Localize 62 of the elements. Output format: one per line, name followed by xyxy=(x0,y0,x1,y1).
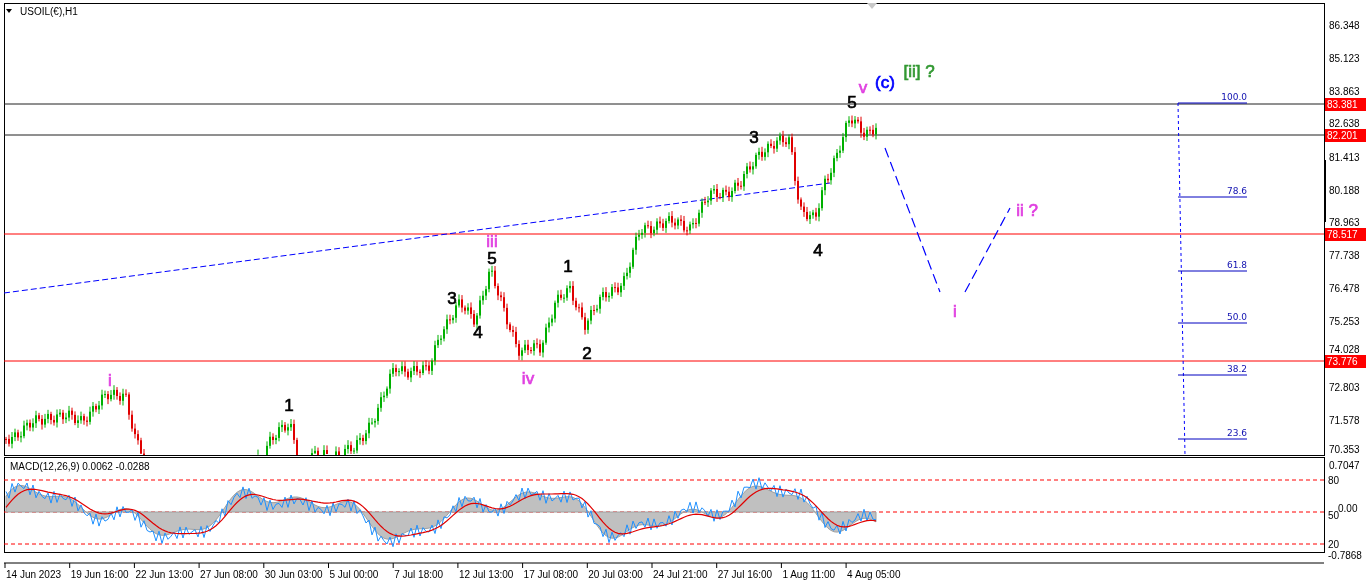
wave-label: iii xyxy=(486,232,498,251)
time-tick: 12 Jul 13:00 xyxy=(458,569,514,580)
wave-label: (c) xyxy=(875,73,895,92)
time-tick: 30 Jun 03:00 xyxy=(264,569,323,580)
wave-label: 4 xyxy=(813,241,823,260)
wave-label: 5 xyxy=(487,249,497,268)
time-tick: 5 Jul 00:00 xyxy=(329,569,379,580)
price-tick: 86.348 xyxy=(1329,20,1360,31)
fib-level-label: 50.0 xyxy=(1226,312,1247,322)
price-tick: 82.638 xyxy=(1329,118,1360,129)
time-tick: 20 Jul 03:00 xyxy=(588,569,643,580)
time-tick: 27 Jul 16:00 xyxy=(717,569,773,580)
price-tick: 74.028 xyxy=(1329,344,1360,355)
price-tick: 75.253 xyxy=(1329,316,1360,328)
fib-level-label: 23.6 xyxy=(1226,428,1247,438)
indicator-tick: 0.00 xyxy=(1338,503,1358,514)
time-tick: 17 Jul 08:00 xyxy=(523,569,579,580)
price-level-label: 73.776 xyxy=(1325,355,1366,368)
time-tick: 4 Aug 05:00 xyxy=(847,569,901,580)
indicator-tick: -0.7868 xyxy=(1328,550,1362,561)
wave-label: [ii] ? xyxy=(903,62,935,81)
price-level-label: 78.517 xyxy=(1325,228,1366,241)
price-tick: 78.963 xyxy=(1329,217,1360,228)
wave-label: i xyxy=(953,302,957,321)
indicator-tick: 20 xyxy=(1328,539,1340,550)
wave-label: i xyxy=(108,371,112,390)
wave-label: 4 xyxy=(473,323,483,342)
price-level-label: 83.381 xyxy=(1325,98,1366,111)
fib-level-label: 78.6 xyxy=(1226,186,1247,196)
price-tick: 81.413 xyxy=(1329,151,1360,163)
fib-level-label: 61.8 xyxy=(1226,260,1247,270)
wave-label: 3 xyxy=(447,289,457,308)
price-tick: 85.123 xyxy=(1329,52,1360,64)
wave-label: 3 xyxy=(749,128,759,147)
price-tick: 72.803 xyxy=(1329,382,1360,394)
price-tick: 70.353 xyxy=(1329,444,1360,455)
wave-label: iv xyxy=(521,369,535,388)
time-tick: 19 Jun 16:00 xyxy=(70,569,129,580)
wave-label: ii ? xyxy=(1016,201,1038,220)
wave-label: 1 xyxy=(563,257,573,276)
time-tick: 14 Jun 2023 xyxy=(6,569,62,580)
wave-label: 5 xyxy=(847,93,857,112)
price-tick: 83.863 xyxy=(1329,85,1360,97)
fib-level-label: 100.0 xyxy=(1221,92,1247,102)
indicator-title: MACD(12,26,9) 0.0062 -0.0288 xyxy=(10,461,150,472)
price-tick: 80.188 xyxy=(1329,184,1360,196)
time-tick: 22 Jun 13:00 xyxy=(135,569,194,580)
time-tick: 1 Aug 11:00 xyxy=(782,569,836,580)
time-tick: 27 Jun 08:00 xyxy=(200,569,258,580)
wave-label: 1 xyxy=(284,396,294,415)
time-tick: 7 Jul 18:00 xyxy=(394,569,444,580)
wave-label: 2 xyxy=(582,344,592,363)
price-tick: 76.478 xyxy=(1329,283,1360,295)
wave-label: v xyxy=(858,78,868,97)
price-tick: 71.578 xyxy=(1329,415,1360,427)
time-tick: 24 Jul 21:00 xyxy=(653,569,708,580)
fib-level-label: 38.2 xyxy=(1226,364,1247,374)
price-level-label: 82.201 xyxy=(1325,129,1366,142)
price-tick: 77.738 xyxy=(1329,250,1360,262)
symbol-title: USOIL(€),H1 xyxy=(20,6,78,17)
indicator-tick: 80 xyxy=(1328,475,1340,486)
indicator-tick: 0.7047 xyxy=(1329,460,1360,471)
